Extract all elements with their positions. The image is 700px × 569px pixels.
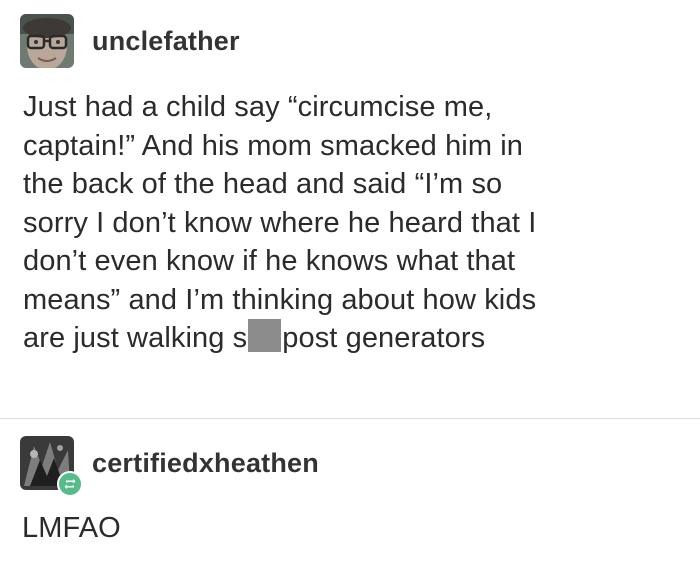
username[interactable]: unclefather [92,26,240,57]
body-line: captain!” And his mom smacked him in [23,129,524,162]
text-before-censor: are just walking s [23,322,248,354]
body-line: sorry I don’t know where he heard that I [23,206,537,239]
body-line: Just had a child say “circumcise me, [23,91,493,123]
reply-body: LMFAO [22,512,121,544]
post-body: Just had a child say “circumcise me, cap… [23,88,683,358]
censor-box [248,319,282,352]
text-after-censor: post generators [282,322,486,354]
user-avatar-glasses-icon[interactable] [20,14,74,68]
user-avatar-dark-icon[interactable] [20,436,83,497]
body-line: means” and I’m thinking about how kids [23,283,537,316]
body-line-censored: are just walking s post generators [23,319,683,358]
body-line: don’t even know if he knows what that [23,245,516,277]
username[interactable]: certifiedxheathen [92,448,319,479]
post-header: unclefather [20,14,240,68]
post-divider [0,418,700,419]
reblog-icon [57,471,83,497]
body-line: the back of the head and said “I’m so [23,168,503,200]
reply-header: certifiedxheathen [20,436,319,497]
